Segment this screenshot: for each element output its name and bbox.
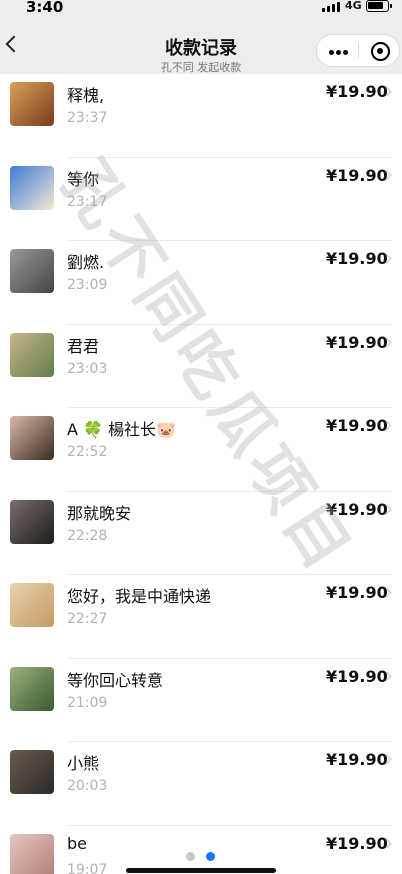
record-row[interactable]: be 19:07 ¥19.90 bbox=[0, 826, 402, 874]
network-label: 4G bbox=[345, 0, 362, 12]
payer-name: 释槐, bbox=[67, 86, 105, 105]
record-row[interactable]: A 🍀 楊社长🐷 22:52 ¥19.90 bbox=[0, 408, 402, 492]
mini-program-capsule bbox=[316, 34, 400, 67]
payment-time: 20:03 bbox=[67, 778, 108, 794]
avatar bbox=[10, 82, 54, 126]
record-row[interactable]: 小熊 20:03 ¥19.90 bbox=[0, 742, 402, 826]
avatar bbox=[10, 499, 54, 544]
payment-amount: ¥19.90 bbox=[326, 499, 388, 519]
record-row[interactable]: 君君 23:03 ¥19.90 bbox=[0, 325, 402, 408]
avatar bbox=[10, 416, 54, 460]
payment-time: 22:52 bbox=[67, 444, 108, 460]
avatar bbox=[10, 583, 54, 627]
payment-amount: ¥19.90 bbox=[326, 165, 388, 185]
payment-time: 23:17 bbox=[67, 193, 108, 210]
page-dot bbox=[186, 852, 195, 861]
battery-icon bbox=[366, 0, 392, 12]
payer-name: A 🍀 楊社长🐷 bbox=[67, 420, 176, 439]
payer-name: be bbox=[67, 833, 87, 853]
payer-name: 您好，我是中通快递 bbox=[67, 587, 212, 606]
nav-bar: 收款记录 孔不同 发起收款 bbox=[0, 14, 402, 74]
payment-amount: ¥19.90 bbox=[326, 332, 388, 352]
home-indicator bbox=[126, 868, 276, 873]
payment-time: 23:37 bbox=[67, 110, 108, 126]
payment-amount: ¥19.90 bbox=[326, 82, 388, 101]
close-mini-program-icon[interactable] bbox=[371, 42, 390, 61]
payer-name: 等你 bbox=[67, 169, 100, 189]
avatar bbox=[10, 249, 54, 293]
payment-time: 19:07 bbox=[67, 861, 108, 874]
avatar bbox=[10, 165, 54, 210]
record-row[interactable]: 等你 23:17 ¥19.90 bbox=[0, 158, 402, 241]
payer-name: 那就晚安 bbox=[67, 503, 132, 523]
payment-amount: ¥19.90 bbox=[326, 833, 388, 853]
payment-time: 23:09 bbox=[67, 277, 108, 293]
payment-amount: ¥19.90 bbox=[326, 666, 388, 686]
payment-time: 21:09 bbox=[67, 694, 108, 711]
avatar bbox=[10, 833, 54, 874]
avatar bbox=[10, 332, 54, 377]
record-row[interactable]: 等你回心转意 21:09 ¥19.90 bbox=[0, 659, 402, 742]
avatar bbox=[10, 666, 54, 711]
page-indicator bbox=[186, 852, 216, 862]
record-row[interactable]: 劉燃. 23:09 ¥19.90 bbox=[0, 241, 402, 325]
payment-amount: ¥19.90 bbox=[326, 583, 388, 602]
avatar bbox=[10, 750, 54, 794]
payment-time: 22:27 bbox=[67, 611, 108, 627]
record-row[interactable]: 那就晚安 22:28 ¥19.90 bbox=[0, 492, 402, 575]
payer-name: 劉燃. bbox=[67, 253, 105, 272]
payment-record-list[interactable]: 释槐, 23:37 ¥19.90 等你 23:17 ¥19.90 劉燃. 23:09 ¥19.9… bbox=[0, 74, 402, 874]
record-row[interactable]: 释槐, 23:37 ¥19.90 bbox=[0, 74, 402, 158]
payer-name: 等你回心转意 bbox=[67, 670, 164, 690]
more-icon[interactable] bbox=[329, 50, 349, 55]
payment-amount: ¥19.90 bbox=[326, 416, 388, 435]
record-row[interactable]: 您好，我是中通快递 22:27 ¥19.90 bbox=[0, 575, 402, 659]
payment-amount: ¥19.90 bbox=[326, 750, 388, 769]
page-dot bbox=[206, 852, 215, 861]
payment-time: 23:03 bbox=[67, 360, 108, 377]
payer-name: 君君 bbox=[67, 336, 100, 356]
status-bar: 3:40 4G bbox=[0, 0, 402, 16]
signal-icon bbox=[322, 2, 342, 12]
payer-name: 小熊 bbox=[67, 754, 100, 773]
capsule-divider bbox=[358, 43, 359, 59]
payment-amount: ¥19.90 bbox=[326, 249, 388, 268]
payment-time: 22:28 bbox=[67, 527, 108, 544]
